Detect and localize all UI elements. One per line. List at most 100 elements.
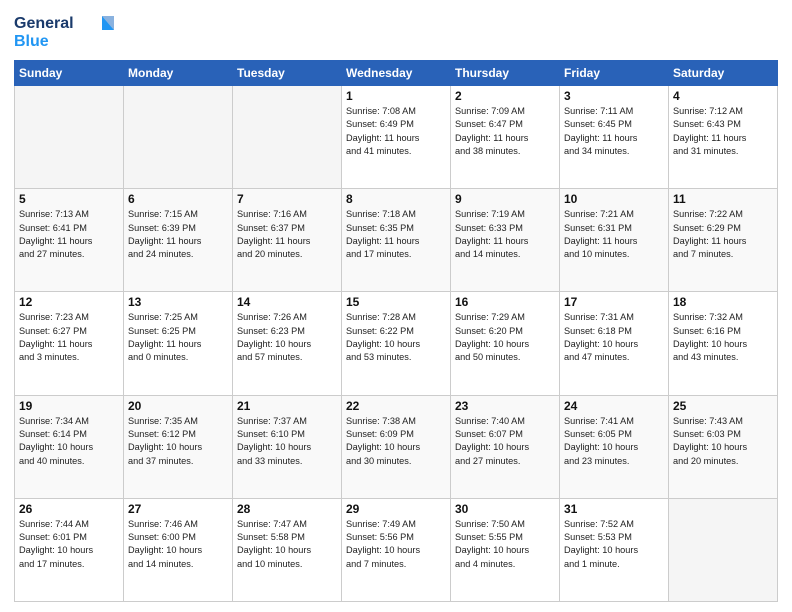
day-info: Sunrise: 7:43 AMSunset: 6:03 PMDaylight:… — [673, 415, 773, 468]
day-number: 29 — [346, 502, 446, 516]
day-info: Sunrise: 7:44 AMSunset: 6:01 PMDaylight:… — [19, 518, 119, 571]
day-number: 31 — [564, 502, 664, 516]
calendar-cell — [15, 86, 124, 189]
day-info: Sunrise: 7:50 AMSunset: 5:55 PMDaylight:… — [455, 518, 555, 571]
day-number: 20 — [128, 399, 228, 413]
calendar-cell: 13 Sunrise: 7:25 AMSunset: 6:25 PMDayligh… — [124, 292, 233, 395]
day-info: Sunrise: 7:35 AMSunset: 6:12 PMDaylight:… — [128, 415, 228, 468]
calendar-cell: 15 Sunrise: 7:28 AMSunset: 6:22 PMDayligh… — [342, 292, 451, 395]
svg-text:General: General — [14, 15, 74, 32]
day-number: 18 — [673, 295, 773, 309]
calendar-table: SundayMondayTuesdayWednesdayThursdayFrid… — [14, 60, 778, 602]
calendar-cell: 27 Sunrise: 7:46 AMSunset: 6:00 PMDayligh… — [124, 498, 233, 601]
day-info: Sunrise: 7:38 AMSunset: 6:09 PMDaylight:… — [346, 415, 446, 468]
day-info: Sunrise: 7:40 AMSunset: 6:07 PMDaylight:… — [455, 415, 555, 468]
calendar-cell: 31 Sunrise: 7:52 AMSunset: 5:53 PMDayligh… — [560, 498, 669, 601]
calendar-week-row: 26 Sunrise: 7:44 AMSunset: 6:01 PMDayligh… — [15, 498, 778, 601]
day-info: Sunrise: 7:18 AMSunset: 6:35 PMDaylight:… — [346, 208, 446, 261]
day-info: Sunrise: 7:23 AMSunset: 6:27 PMDaylight:… — [19, 311, 119, 364]
calendar-cell: 7 Sunrise: 7:16 AMSunset: 6:37 PMDaylight… — [233, 189, 342, 292]
day-number: 8 — [346, 192, 446, 206]
weekday-header-sunday: Sunday — [15, 61, 124, 86]
day-info: Sunrise: 7:15 AMSunset: 6:39 PMDaylight:… — [128, 208, 228, 261]
day-number: 16 — [455, 295, 555, 309]
day-info: Sunrise: 7:34 AMSunset: 6:14 PMDaylight:… — [19, 415, 119, 468]
day-number: 25 — [673, 399, 773, 413]
calendar-cell: 26 Sunrise: 7:44 AMSunset: 6:01 PMDayligh… — [15, 498, 124, 601]
day-info: Sunrise: 7:37 AMSunset: 6:10 PMDaylight:… — [237, 415, 337, 468]
calendar-cell: 16Sunrise: 7:29 AMSunset: 6:20 PMDayligh… — [451, 292, 560, 395]
calendar-cell: 22 Sunrise: 7:38 AMSunset: 6:09 PMDayligh… — [342, 395, 451, 498]
day-info: Sunrise: 7:41 AMSunset: 6:05 PMDaylight:… — [564, 415, 664, 468]
logo: General Blue — [14, 10, 114, 54]
day-info: Sunrise: 7:08 AMSunset: 6:49 PMDaylight:… — [346, 105, 446, 158]
calendar-cell — [669, 498, 778, 601]
calendar-cell: 23 Sunrise: 7:40 AMSunset: 6:07 PMDayligh… — [451, 395, 560, 498]
calendar-cell: 8 Sunrise: 7:18 AMSunset: 6:35 PMDaylight… — [342, 189, 451, 292]
day-number: 15 — [346, 295, 446, 309]
day-info: Sunrise: 7:46 AMSunset: 6:00 PMDaylight:… — [128, 518, 228, 571]
calendar-cell: 24Sunrise: 7:41 AMSunset: 6:05 PMDayligh… — [560, 395, 669, 498]
day-number: 4 — [673, 89, 773, 103]
day-number: 3 — [564, 89, 664, 103]
day-number: 10 — [564, 192, 664, 206]
weekday-header-wednesday: Wednesday — [342, 61, 451, 86]
logo-container: General Blue — [14, 10, 114, 54]
calendar-cell: 1 Sunrise: 7:08 AMSunset: 6:49 PMDaylight… — [342, 86, 451, 189]
weekday-header-friday: Friday — [560, 61, 669, 86]
calendar-cell: 28Sunrise: 7:47 AMSunset: 5:58 PMDayligh… — [233, 498, 342, 601]
weekday-header-monday: Monday — [124, 61, 233, 86]
calendar-cell: 18 Sunrise: 7:32 AMSunset: 6:16 PMDayligh… — [669, 292, 778, 395]
weekday-header-tuesday: Tuesday — [233, 61, 342, 86]
day-info: Sunrise: 7:49 AMSunset: 5:56 PMDaylight:… — [346, 518, 446, 571]
day-info: Sunrise: 7:47 AMSunset: 5:58 PMDaylight:… — [237, 518, 337, 571]
day-number: 2 — [455, 89, 555, 103]
day-info: Sunrise: 7:11 AMSunset: 6:45 PMDaylight:… — [564, 105, 664, 158]
calendar-cell: 30Sunrise: 7:50 AMSunset: 5:55 PMDayligh… — [451, 498, 560, 601]
calendar-cell: 4 Sunrise: 7:12 AMSunset: 6:43 PMDaylight… — [669, 86, 778, 189]
calendar-cell: 17 Sunrise: 7:31 AMSunset: 6:18 PMDayligh… — [560, 292, 669, 395]
day-number: 13 — [128, 295, 228, 309]
calendar-cell: 21Sunrise: 7:37 AMSunset: 6:10 PMDayligh… — [233, 395, 342, 498]
calendar-cell: 29 Sunrise: 7:49 AMSunset: 5:56 PMDayligh… — [342, 498, 451, 601]
day-info: Sunrise: 7:19 AMSunset: 6:33 PMDaylight:… — [455, 208, 555, 261]
day-number: 12 — [19, 295, 119, 309]
calendar-cell: 9Sunrise: 7:19 AMSunset: 6:33 PMDaylight… — [451, 189, 560, 292]
calendar-cell: 2Sunrise: 7:09 AMSunset: 6:47 PMDaylight… — [451, 86, 560, 189]
day-info: Sunrise: 7:16 AMSunset: 6:37 PMDaylight:… — [237, 208, 337, 261]
day-number: 7 — [237, 192, 337, 206]
logo-svg: General Blue — [14, 10, 114, 54]
day-info: Sunrise: 7:28 AMSunset: 6:22 PMDaylight:… — [346, 311, 446, 364]
header: General Blue — [14, 10, 778, 54]
day-number: 1 — [346, 89, 446, 103]
day-number: 19 — [19, 399, 119, 413]
page: General Blue SundayMondayTuesdayWednesda… — [0, 0, 792, 612]
day-info: Sunrise: 7:31 AMSunset: 6:18 PMDaylight:… — [564, 311, 664, 364]
svg-text:Blue: Blue — [14, 33, 49, 50]
day-info: Sunrise: 7:13 AMSunset: 6:41 PMDaylight:… — [19, 208, 119, 261]
day-info: Sunrise: 7:12 AMSunset: 6:43 PMDaylight:… — [673, 105, 773, 158]
weekday-header-saturday: Saturday — [669, 61, 778, 86]
calendar-week-row: 12 Sunrise: 7:23 AMSunset: 6:27 PMDayligh… — [15, 292, 778, 395]
calendar-cell: 6Sunrise: 7:15 AMSunset: 6:39 PMDaylight… — [124, 189, 233, 292]
calendar-cell: 25 Sunrise: 7:43 AMSunset: 6:03 PMDayligh… — [669, 395, 778, 498]
day-info: Sunrise: 7:32 AMSunset: 6:16 PMDaylight:… — [673, 311, 773, 364]
calendar-cell — [233, 86, 342, 189]
day-number: 23 — [455, 399, 555, 413]
day-number: 17 — [564, 295, 664, 309]
weekday-header-thursday: Thursday — [451, 61, 560, 86]
day-number: 14 — [237, 295, 337, 309]
calendar-cell: 10Sunrise: 7:21 AMSunset: 6:31 PMDayligh… — [560, 189, 669, 292]
day-info: Sunrise: 7:22 AMSunset: 6:29 PMDaylight:… — [673, 208, 773, 261]
calendar-cell — [124, 86, 233, 189]
day-number: 5 — [19, 192, 119, 206]
day-number: 27 — [128, 502, 228, 516]
calendar-week-row: 19 Sunrise: 7:34 AMSunset: 6:14 PMDayligh… — [15, 395, 778, 498]
day-number: 26 — [19, 502, 119, 516]
day-number: 22 — [346, 399, 446, 413]
calendar-cell: 11Sunrise: 7:22 AMSunset: 6:29 PMDayligh… — [669, 189, 778, 292]
calendar-cell: 19 Sunrise: 7:34 AMSunset: 6:14 PMDayligh… — [15, 395, 124, 498]
calendar-cell: 3 Sunrise: 7:11 AMSunset: 6:45 PMDaylight… — [560, 86, 669, 189]
day-info: Sunrise: 7:25 AMSunset: 6:25 PMDaylight:… — [128, 311, 228, 364]
day-info: Sunrise: 7:52 AMSunset: 5:53 PMDaylight:… — [564, 518, 664, 571]
